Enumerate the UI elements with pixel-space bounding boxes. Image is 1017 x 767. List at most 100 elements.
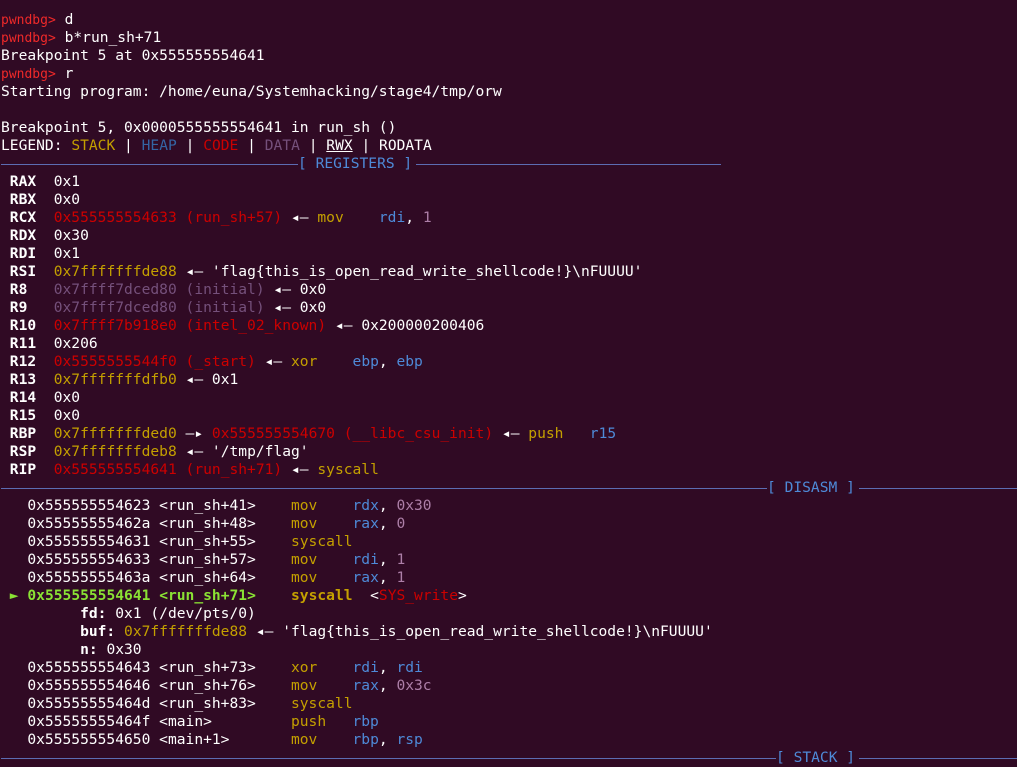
operand: 1	[396, 569, 406, 586]
register-rdx: RDX 0x30	[1, 227, 1017, 245]
disasm-line: 0x55555555462a <run_sh+48> mov rax, 0	[1, 515, 1017, 533]
command-text: b*run_sh+71	[64, 29, 162, 46]
mnemonic: mov	[290, 515, 318, 532]
register-name: RDI	[9, 245, 37, 262]
comma: ,	[378, 731, 388, 748]
registers-separator: [ REGISTERS ]	[1, 155, 1017, 173]
operand: rax	[352, 515, 379, 532]
instruction-address: 0x555555554633	[27, 551, 151, 568]
comma: ,	[378, 677, 388, 694]
register-name: R11	[9, 335, 37, 352]
syscall-arg-fd: fd: 0x1 (/dev/pts/0)	[1, 605, 1017, 623]
mnemonic: mov	[290, 731, 318, 748]
disasm-line: 0x555555554646 <run_sh+76> mov rax, 0x3c	[1, 677, 1017, 695]
operand: 1	[396, 551, 406, 568]
disasm-line: 0x555555554650 <main+1> mov rbp, rsp	[1, 731, 1017, 749]
register-symbol: (__libc_csu_init)	[343, 425, 494, 442]
deref-arrow: ◂—	[185, 443, 204, 460]
instruction-address: 0x555555554623	[27, 497, 151, 514]
legend-line: LEGEND: STACK | HEAP | CODE | DATA | RWX…	[1, 137, 1017, 155]
register-address: 0x7fffffffde88	[53, 263, 177, 280]
register-name: RCX	[9, 209, 37, 226]
register-r15: R15 0x0	[1, 407, 1017, 425]
prompt: pwndbg>	[1, 31, 56, 46]
mnemonic: xor	[291, 353, 318, 370]
instruction-symbol: <run_sh+64>	[159, 569, 256, 586]
syscall-arg-n: n: 0x30	[1, 641, 1017, 659]
output-line: Breakpoint 5 at 0x555555554641	[1, 47, 265, 64]
legend-sep: |	[124, 137, 133, 154]
register-name: RDX	[9, 227, 37, 244]
separator-rule-right	[859, 758, 1017, 759]
instruction-address: 0x555555554650	[27, 731, 151, 748]
syscall-lt: <	[370, 587, 379, 604]
register-name: R12	[9, 353, 37, 370]
instruction-address: 0x55555555462a	[27, 515, 151, 532]
register-address: 0x7ffff7dced80	[53, 281, 177, 298]
register-address: 0x7fffffffdfb0	[53, 371, 177, 388]
output-line: Breakpoint 5, 0x0000555555554641 in run_…	[1, 119, 397, 136]
instruction-address: 0x555555554646	[27, 677, 151, 694]
instruction-symbol: <main+1>	[159, 731, 230, 748]
mnemonic: push	[528, 425, 564, 442]
register-address: 0x7ffff7b918e0	[53, 317, 177, 334]
string-value: '/tmp/flag'	[211, 443, 309, 460]
deref-arrow: ◂—	[291, 209, 309, 226]
deref-arrow: ◂—	[255, 623, 274, 640]
legend-rwx: RWX	[326, 137, 353, 154]
disasm-title: [ DISASM ]	[767, 479, 855, 497]
register-value: 0x0	[299, 281, 327, 298]
prompt: pwndbg>	[1, 67, 56, 82]
register-rbp: RBP 0x7fffffffded0 —▸ 0x555555554670 (__…	[1, 425, 1017, 443]
register-value: 0x200000200406	[361, 317, 485, 334]
operand: 0x30	[396, 497, 432, 514]
instruction-address: 0x55555555464d	[27, 695, 151, 712]
instruction-symbol: <run_sh+57>	[159, 551, 256, 568]
register-r9: R9 0x7ffff7dced80 (initial) ◂— 0x0	[1, 299, 1017, 317]
prompt: pwndbg>	[1, 13, 56, 28]
instruction-symbol: <run_sh+76>	[159, 677, 256, 694]
register-name: R15	[9, 407, 37, 424]
instruction-address: 0x555555554643	[27, 659, 151, 676]
mnemonic: mov	[317, 209, 344, 226]
stack-separator: [ STACK ]	[1, 749, 1017, 767]
instruction-symbol: <run_sh+55>	[159, 533, 256, 550]
instruction-symbol: <run_sh+73>	[159, 659, 256, 676]
operand: 1	[422, 209, 432, 226]
register-value: 0x0	[299, 299, 327, 316]
mnemonic: mov	[290, 551, 318, 568]
legend-sep: |	[247, 137, 256, 154]
deref-arrow: ◂—	[185, 371, 204, 388]
mnemonic: mov	[290, 677, 318, 694]
register-value: 0x0	[53, 191, 81, 208]
arg-label: n:	[80, 641, 98, 658]
disasm-separator: [ DISASM ]	[1, 479, 1017, 497]
deref-arrow: ◂—	[273, 281, 291, 298]
separator-rule-left	[1, 758, 776, 759]
disasm-line: 0x555555554643 <run_sh+73> xor rdi, rdi	[1, 659, 1017, 677]
comma: ,	[378, 551, 388, 568]
register-rdi: RDI 0x1	[1, 245, 1017, 263]
mnemonic: push	[290, 713, 327, 730]
operand: rdi	[352, 659, 379, 676]
register-symbol: (_start)	[185, 353, 256, 370]
register-address: 0x7fffffffdeb8	[53, 443, 177, 460]
command-text: r	[64, 65, 74, 82]
comma: ,	[378, 659, 388, 676]
registers-title: [ REGISTERS ]	[298, 155, 413, 173]
terminal-output: ————————————————————————————————————————…	[1, 0, 1017, 767]
register-r10: R10 0x7ffff7b918e0 (intel_02_known) ◂— 0…	[1, 317, 1017, 335]
instruction-address: 0x555555554641	[27, 587, 151, 604]
register-rbx: RBX 0x0	[1, 191, 1017, 209]
disasm-line: 0x55555555464f <main> push rbp	[1, 713, 1017, 731]
deref-arrow: ◂—	[501, 425, 520, 442]
mnemonic: xor	[290, 659, 318, 676]
register-name: RBX	[9, 191, 37, 208]
instruction-symbol: <run_sh+83>	[159, 695, 256, 712]
register-name: R9	[9, 299, 28, 316]
separator-rule-left	[1, 164, 298, 165]
register-rcx: RCX 0x555555554633 (run_sh+57) ◂— mov rd…	[1, 209, 1017, 227]
legend-sep: |	[185, 137, 195, 154]
string-value: 'flag{this_is_open_read_write_shellcode!…	[282, 623, 713, 640]
